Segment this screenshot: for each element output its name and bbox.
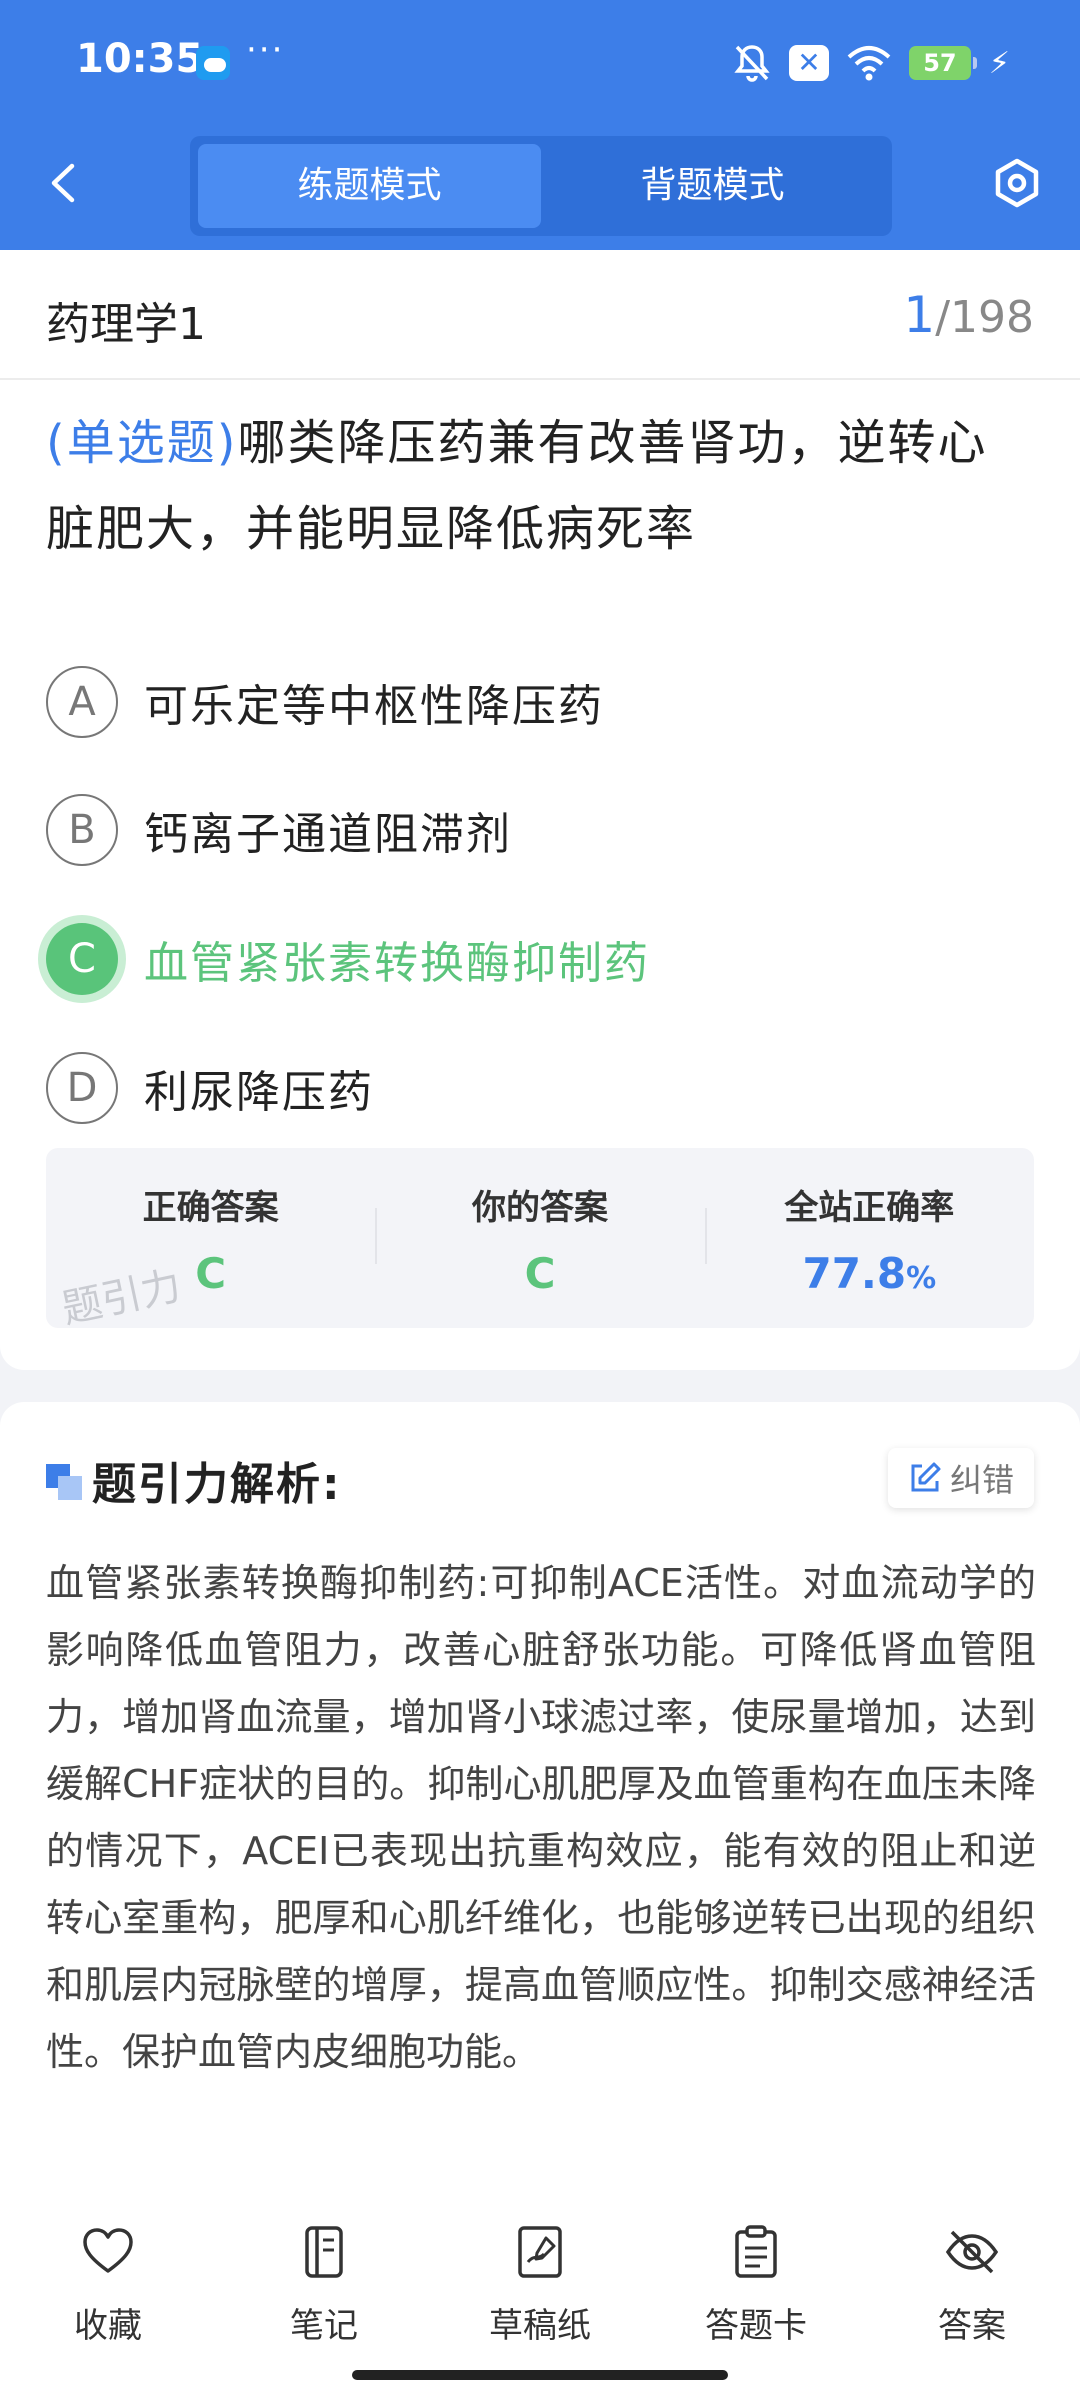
charging-icon: ⚡ xyxy=(988,45,1010,81)
nav-answer-label: 答案 xyxy=(938,2306,1006,2346)
section-icon xyxy=(46,1464,82,1500)
chevron-left-icon xyxy=(51,163,75,203)
nav-answer-card-label: 答题卡 xyxy=(705,2306,807,2346)
nav-notes-label: 笔记 xyxy=(290,2306,358,2346)
report-error-button[interactable]: 纠错 xyxy=(887,1448,1034,1508)
option-letter: B xyxy=(46,794,118,866)
settings-button[interactable] xyxy=(990,156,1044,210)
nav-draft[interactable]: 草稿纸 xyxy=(460,2224,620,2347)
tab-practice-mode[interactable]: 练题模式 xyxy=(198,144,541,228)
back-button[interactable] xyxy=(40,158,90,208)
eye-off-icon xyxy=(945,2230,999,2274)
report-error-label: 纠错 xyxy=(949,1461,1014,1499)
settings-hexagon-icon xyxy=(995,158,1039,208)
top-bar: 10:35 ··· ✕ 57 ⚡ 练题模式 背题模式 xyxy=(0,0,1080,250)
correct-answer-label: 正确答案 xyxy=(142,1188,279,1228)
analysis-title: 题引力解析: xyxy=(92,1459,342,1510)
option-b[interactable]: B 钙离子通道阻滞剂 xyxy=(46,790,1036,870)
option-letter: D xyxy=(46,1052,118,1124)
option-a[interactable]: A 可乐定等中枢性降压药 xyxy=(46,662,1036,742)
site-accuracy: 全站正确率 77.8% xyxy=(704,1148,1034,1328)
status-bar: 10:35 ··· ✕ 57 ⚡ xyxy=(0,0,1080,130)
your-answer: 你的答案 C xyxy=(375,1148,704,1328)
nav-favorite[interactable]: 收藏 xyxy=(28,2224,188,2347)
question-card: 药理学1 1/198 (单选题)哪类降压药兼有改善肾功，逆转心脏肥大，并能明显降… xyxy=(0,250,1080,1370)
divider xyxy=(0,378,1080,380)
answer-summary: 正确答案 C 题引力 你的答案 C 全站正确率 77.8% xyxy=(46,1148,1034,1333)
question-stem: (单选题)哪类降压药兼有改善肾功，逆转心脏肥大，并能明显降低病死率 xyxy=(46,400,1036,572)
answer-card-icon xyxy=(735,2225,777,2278)
your-answer-value: C xyxy=(524,1249,556,1298)
bell-off-icon xyxy=(733,43,771,83)
your-answer-label: 你的答案 xyxy=(471,1188,608,1228)
wifi-icon xyxy=(847,45,891,81)
question-progress: 1/198 xyxy=(903,286,1034,344)
nav-draft-label: 草稿纸 xyxy=(489,2306,591,2346)
heart-icon xyxy=(83,2228,133,2273)
status-time: 10:35 xyxy=(76,36,204,82)
accuracy-number: 77.8 xyxy=(802,1249,907,1298)
site-accuracy-value: 77.8% xyxy=(705,1249,1034,1298)
option-text: 可乐定等中枢性降压药 xyxy=(144,681,604,732)
current-question-number: 1 xyxy=(903,286,936,344)
nav-answer-card[interactable]: 答题卡 xyxy=(676,2224,836,2347)
question-type: (单选题) xyxy=(46,415,238,471)
option-letter: A xyxy=(46,666,118,738)
more-notifications-icon: ··· xyxy=(246,30,285,70)
mode-switch: 练题模式 背题模式 xyxy=(190,136,892,236)
notebook-icon xyxy=(305,2226,343,2278)
battery-icon: 57 xyxy=(908,46,977,80)
analysis-card: 题引力解析: 纠错 血管紧张素转换酶抑制药:可抑制ACE活性。对血流动学的影响降… xyxy=(0,1402,1080,2202)
nav-answer[interactable]: 答案 xyxy=(892,2224,1052,2347)
site-accuracy-label: 全站正确率 xyxy=(784,1188,955,1228)
weather-icon xyxy=(196,46,230,80)
analysis-text: 血管紧张素转换酶抑制药:可抑制ACE活性。对血流动学的影响降低血管阻力，改善心脏… xyxy=(46,1561,1036,2074)
option-text: 利尿降压药 xyxy=(144,1067,374,1118)
option-text: 钙离子通道阻滞剂 xyxy=(144,809,512,860)
total-questions: /198 xyxy=(935,292,1034,343)
bottom-nav: 收藏 笔记 草稿纸 答题卡 答案 xyxy=(0,2190,1080,2400)
option-d[interactable]: D 利尿降压药 xyxy=(46,1048,1036,1128)
accuracy-unit: % xyxy=(906,1261,937,1296)
home-indicator[interactable] xyxy=(352,2370,728,2380)
nav-notes[interactable]: 笔记 xyxy=(244,2224,404,2347)
correct-answer: 正确答案 C 题引力 xyxy=(46,1148,375,1333)
option-letter: C xyxy=(46,923,118,995)
option-c[interactable]: C 血管紧张素转换酶抑制药 xyxy=(46,919,1036,999)
subject-title: 药理学1 xyxy=(46,299,206,350)
tab-recite-mode[interactable]: 背题模式 xyxy=(541,144,884,228)
edit-icon xyxy=(911,1462,941,1492)
nav-favorite-label: 收藏 xyxy=(74,2306,142,2346)
draft-icon xyxy=(518,2226,562,2278)
app-notification-icon: ✕ xyxy=(788,45,829,81)
option-text: 血管紧张素转换酶抑制药 xyxy=(144,938,650,989)
status-icons: ✕ 57 ⚡ xyxy=(733,40,1010,86)
